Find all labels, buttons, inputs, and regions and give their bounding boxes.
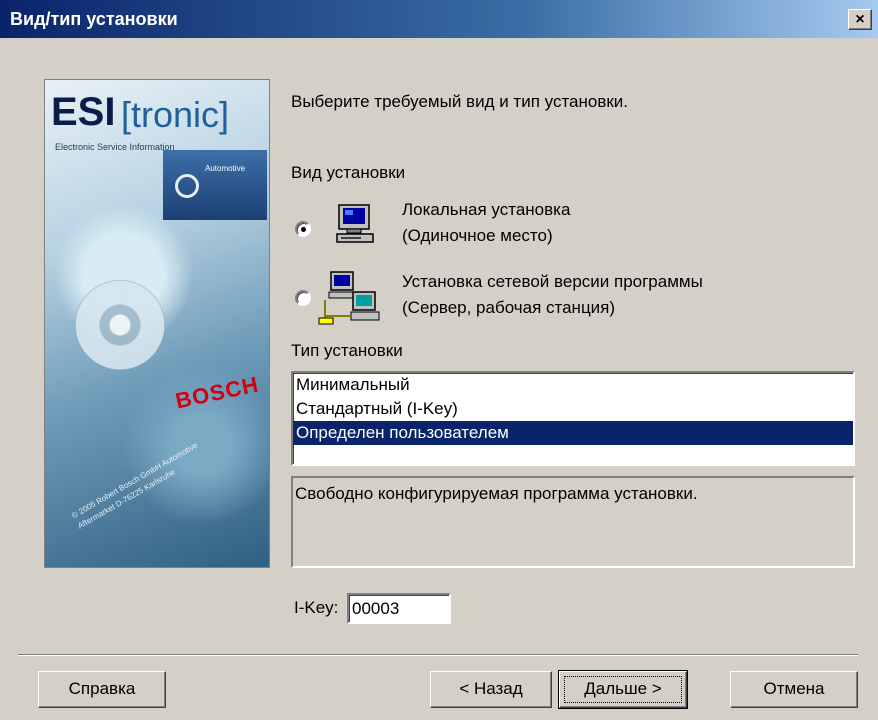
back-button[interactable]: < Назад: [430, 671, 552, 708]
network-install-label: Установка сетевой версии программы: [402, 272, 703, 291]
close-icon: ×: [855, 10, 865, 28]
help-button-label: Справка: [68, 679, 136, 698]
network-install-sub: (Сервер, рабочая станция): [402, 298, 616, 317]
install-type-description: Свободно конфигурируемая программа устан…: [291, 476, 855, 568]
install-type-heading: Тип установки: [291, 341, 403, 360]
window-title: Вид/тип установки: [10, 9, 178, 29]
install-type-list[interactable]: Минимальный Стандартный (I-Key) Определе…: [291, 371, 855, 466]
network-icon: [318, 271, 380, 325]
help-button[interactable]: Справка: [38, 671, 166, 708]
logo-main: ESI: [51, 90, 116, 134]
logo-caption: Electronic Service Information: [55, 142, 175, 152]
cancel-button-label: Отмена: [763, 679, 825, 698]
focus-rect: [564, 676, 682, 703]
brand-label: BOSCH: [173, 371, 262, 414]
local-install-label: Локальная установка: [402, 200, 571, 219]
cd-disc-icon: [75, 280, 165, 370]
ikey-label: I-Key:: [294, 598, 339, 617]
back-button-label: < Назад: [459, 679, 523, 698]
title-bar: Вид/тип установки ×: [0, 0, 878, 38]
list-item-custom[interactable]: Определен пользователем: [293, 421, 853, 445]
automotive-badge: Automotive: [163, 150, 267, 220]
copyright-text: © 2005 Robert Bosch GmbH Automotive Afte…: [70, 440, 200, 531]
list-item-standard[interactable]: Стандартный (I-Key): [293, 397, 853, 421]
close-button[interactable]: ×: [848, 9, 872, 30]
radio-network[interactable]: [295, 290, 311, 306]
product-image: ESI [tronic] Electronic Service Informat…: [44, 79, 270, 568]
intro-text: Выберите требуемый вид и тип установки.: [291, 92, 629, 111]
radio-local[interactable]: [295, 221, 311, 237]
logo-sub: [tronic]: [121, 94, 230, 135]
bosch-ring-icon: [175, 174, 199, 198]
badge-label: Automotive: [205, 164, 246, 173]
footer-separator: [18, 654, 858, 656]
local-install-sub: (Одиночное место): [402, 226, 553, 245]
next-button[interactable]: Дальше >: [558, 670, 688, 709]
computer-icon: [336, 204, 374, 243]
ikey-input[interactable]: 00003: [347, 593, 451, 624]
esi-logo: ESI [tronic] Electronic Service Informat…: [51, 90, 229, 152]
cancel-button[interactable]: Отмена: [730, 671, 858, 708]
install-kind-heading: Вид установки: [291, 163, 406, 182]
list-item-minimal[interactable]: Минимальный: [293, 373, 853, 397]
